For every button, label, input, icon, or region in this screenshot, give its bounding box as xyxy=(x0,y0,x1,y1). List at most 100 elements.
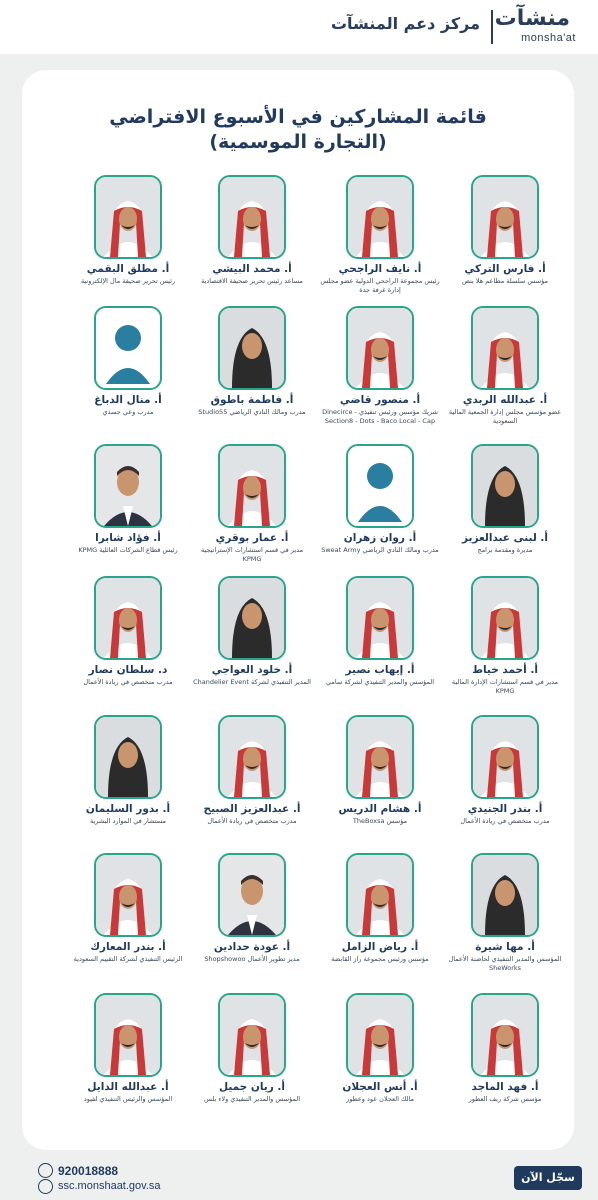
header: منشآت monsha'at مركز دعم المنشآت xyxy=(0,0,598,54)
participant-photo xyxy=(218,853,286,937)
participant-photo xyxy=(471,993,539,1077)
participant-card: أ. ريان جميل المؤسس والمدير التنفيذي ولاء… xyxy=(190,993,314,1104)
participant-card: أ. بندر الجنيدي مدرب متخصص في ريادة الأعم… xyxy=(443,715,567,826)
participant-name: أ. أحمد خياط xyxy=(472,664,538,676)
participant-role: مالك العجلان عود وعطور xyxy=(346,1095,414,1103)
participant-photo xyxy=(471,715,539,799)
page-title: قائمة المشاركين في الأسبوع الافتراضي xyxy=(109,106,487,128)
participant-role: مدرب متخصص في ريادة الأعمال xyxy=(83,678,173,686)
participant-photo xyxy=(218,306,286,390)
participant-card: أ. أنس العجلان مالك العجلان عود وعطور xyxy=(318,993,442,1104)
participant-name: أ. رياض الزامل xyxy=(341,941,419,953)
participant-role: مدير تطوير الأعمال Shopshowoo xyxy=(204,955,300,963)
participant-card: أ. فؤاد شابرا رئيس قطاع الشركات العائلية … xyxy=(66,444,190,555)
participant-role: مؤسس شركة ريف العطور xyxy=(468,1095,542,1103)
participant-role: المؤسس والمدير التنفيذي ولاء بلس xyxy=(204,1095,300,1103)
participant-name: أ. روان زهران xyxy=(343,532,417,544)
participant-photo xyxy=(94,175,162,259)
participant-photo xyxy=(218,175,286,259)
footer-url[interactable]: ssc.monshaat.gov.sa xyxy=(58,1180,161,1192)
participant-card: أ. منال الدباغ مدرب وعي جسدي xyxy=(66,306,190,417)
participant-photo xyxy=(346,175,414,259)
participant-name: أ. إيهاب نصير xyxy=(345,664,415,676)
participant-card: أ. عبدالله الربدي عضو مؤسس مجلس إدارة الج… xyxy=(443,306,567,426)
participant-role: رئيس قطاع الشركات العائلية KPMG xyxy=(78,546,178,554)
participant-photo xyxy=(94,853,162,937)
participant-name: أ. مها شيرة xyxy=(475,941,535,953)
participant-photo xyxy=(471,576,539,660)
participant-photo xyxy=(218,444,286,528)
participant-photo xyxy=(218,993,286,1077)
participant-photo xyxy=(346,853,414,937)
participant-card: أ. فاطمة باطوق مدرب ومالك النادي الرياضي … xyxy=(190,306,314,417)
participant-name: أ. فؤاد شابرا xyxy=(95,532,161,544)
participant-role: مؤسس TheBoxsa xyxy=(352,817,408,825)
participant-name: أ. أنس العجلان xyxy=(342,1081,418,1093)
participant-name: أ. عودة حدادين xyxy=(213,941,291,953)
participant-photo xyxy=(346,576,414,660)
participant-card: أ. هشام الدريس مؤسس TheBoxsa xyxy=(318,715,442,826)
participant-role: مدرب متخصص في ريادة الأعمال xyxy=(460,817,550,825)
participant-photo xyxy=(94,715,162,799)
participant-role: رئيس تحرير صحيفة مال الإلكترونية xyxy=(80,277,176,285)
participant-photo xyxy=(346,715,414,799)
participant-photo xyxy=(346,306,414,390)
participant-role: مؤسس ورئيس مجموعة راز القابضة xyxy=(331,955,429,963)
participant-role: مدير في قسم استشارات الإدارة المالية KPM… xyxy=(451,678,559,695)
participant-name: أ. منال الدباغ xyxy=(94,394,162,406)
participant-card: أ. بندر المعارك الرئيس التنفيذي لشركة الت… xyxy=(66,853,190,964)
whatsapp-icon xyxy=(38,1163,53,1178)
participant-card: أ. روان زهران مدرب ومالك النادي الرياضي S… xyxy=(318,444,442,555)
participant-card: أ. إيهاب نصير المؤسس والمدير التنفيذي لشر… xyxy=(318,576,442,687)
participant-name: أ. محمد البيشي xyxy=(212,263,292,275)
participant-photo xyxy=(94,306,162,390)
participant-card: أ. فهد الماجد مؤسس شركة ريف العطور xyxy=(443,993,567,1104)
participant-role: المؤسس والمدير التنفيذي لشركة سامي xyxy=(325,678,435,686)
participant-photo xyxy=(471,175,539,259)
participant-card: أ. لبنى عبدالعزيز مديرة ومقدمة برامج xyxy=(443,444,567,555)
participant-photo xyxy=(346,444,414,528)
participant-role: شريك مؤسس ورئيس تنفيذي Dinecirce - Secti… xyxy=(322,408,438,425)
participant-photo xyxy=(94,576,162,660)
participant-name: أ. فهد الماجد xyxy=(471,1081,539,1093)
participant-role: مدرب وعي جسدي xyxy=(102,408,154,416)
participant-card: أ. مها شيرة المؤسس والمدير التنفيذي لحاضن… xyxy=(443,853,567,973)
participant-photo xyxy=(471,306,539,390)
participant-card: أ. محمد البيشي مساعد رئيس تحرير صحيفة الا… xyxy=(190,175,314,286)
globe-icon xyxy=(38,1179,53,1194)
page-subtitle: (التجارة الموسمية) xyxy=(209,131,387,153)
footer-phone: 920018888 xyxy=(58,1164,119,1178)
participant-photo xyxy=(94,993,162,1077)
participant-role: مدير في قسم استشارات الإستراتيجية KPMG xyxy=(200,546,304,563)
participant-role: الرئيس التنفيذي لشركة التقييم السعودية xyxy=(73,955,183,963)
participant-role: المدير التنفيذي لشركة Chandelier Event xyxy=(193,678,311,686)
monshaat-logo-ar: منشآت xyxy=(494,6,570,31)
participant-role: المؤسس والرئيس التنفيذي لفيود xyxy=(83,1095,173,1103)
monshaat-logo-en: monsha'at xyxy=(521,32,576,44)
participant-photo xyxy=(346,993,414,1077)
center-name: مركز دعم المنشآت xyxy=(330,14,480,33)
participant-role: مؤسس سلسلة مطاعم هلا بنص xyxy=(462,277,548,285)
participant-name: أ. عمار بوقري xyxy=(215,532,289,544)
participant-role: مساعد رئيس تحرير صحيفة الاقتصادية xyxy=(201,277,303,285)
participant-name: أ. مطلق البقمي xyxy=(86,263,170,275)
participant-card: أ. عمار بوقري مدير في قسم استشارات الإستر… xyxy=(190,444,314,564)
participant-role: مديرة ومقدمة برامج xyxy=(477,546,533,554)
participant-card: أ. بدور السليمان مستشار في الموارد البشري… xyxy=(66,715,190,826)
participant-card: أ. عودة حدادين مدير تطوير الأعمال Shopsho… xyxy=(190,853,314,964)
participant-role: مدرب ومالك النادي الرياضي Studio55 xyxy=(198,408,306,416)
participant-name: أ. عبدالله الربدي xyxy=(462,394,548,406)
participant-card: أ. نايف الراجحي رئيس مجموعة الراجحي الدول… xyxy=(318,175,442,295)
participant-name: أ. لبنى عبدالعزيز xyxy=(461,532,549,544)
participant-name: أ. منصور قاضي xyxy=(339,394,421,406)
participant-name: أ. هشام الدريس xyxy=(338,803,422,815)
participant-name: أ. ريان جميل xyxy=(218,1081,286,1093)
header-divider xyxy=(491,10,493,44)
register-button[interactable]: سجّل الآن xyxy=(514,1166,582,1190)
participant-name: أ. عبدالله الدايل xyxy=(87,1081,169,1093)
participant-name: أ. فارس التركي xyxy=(464,263,546,275)
participant-name: أ. نايف الراجحي xyxy=(338,263,422,275)
participant-card: أ. عبدالله الدايل المؤسس والرئيس التنفيذي… xyxy=(66,993,190,1104)
participant-card: د. سلطان نصار مدرب متخصص في ريادة الأعمال xyxy=(66,576,190,687)
participant-card: أ. فارس التركي مؤسس سلسلة مطاعم هلا بنص xyxy=(443,175,567,286)
